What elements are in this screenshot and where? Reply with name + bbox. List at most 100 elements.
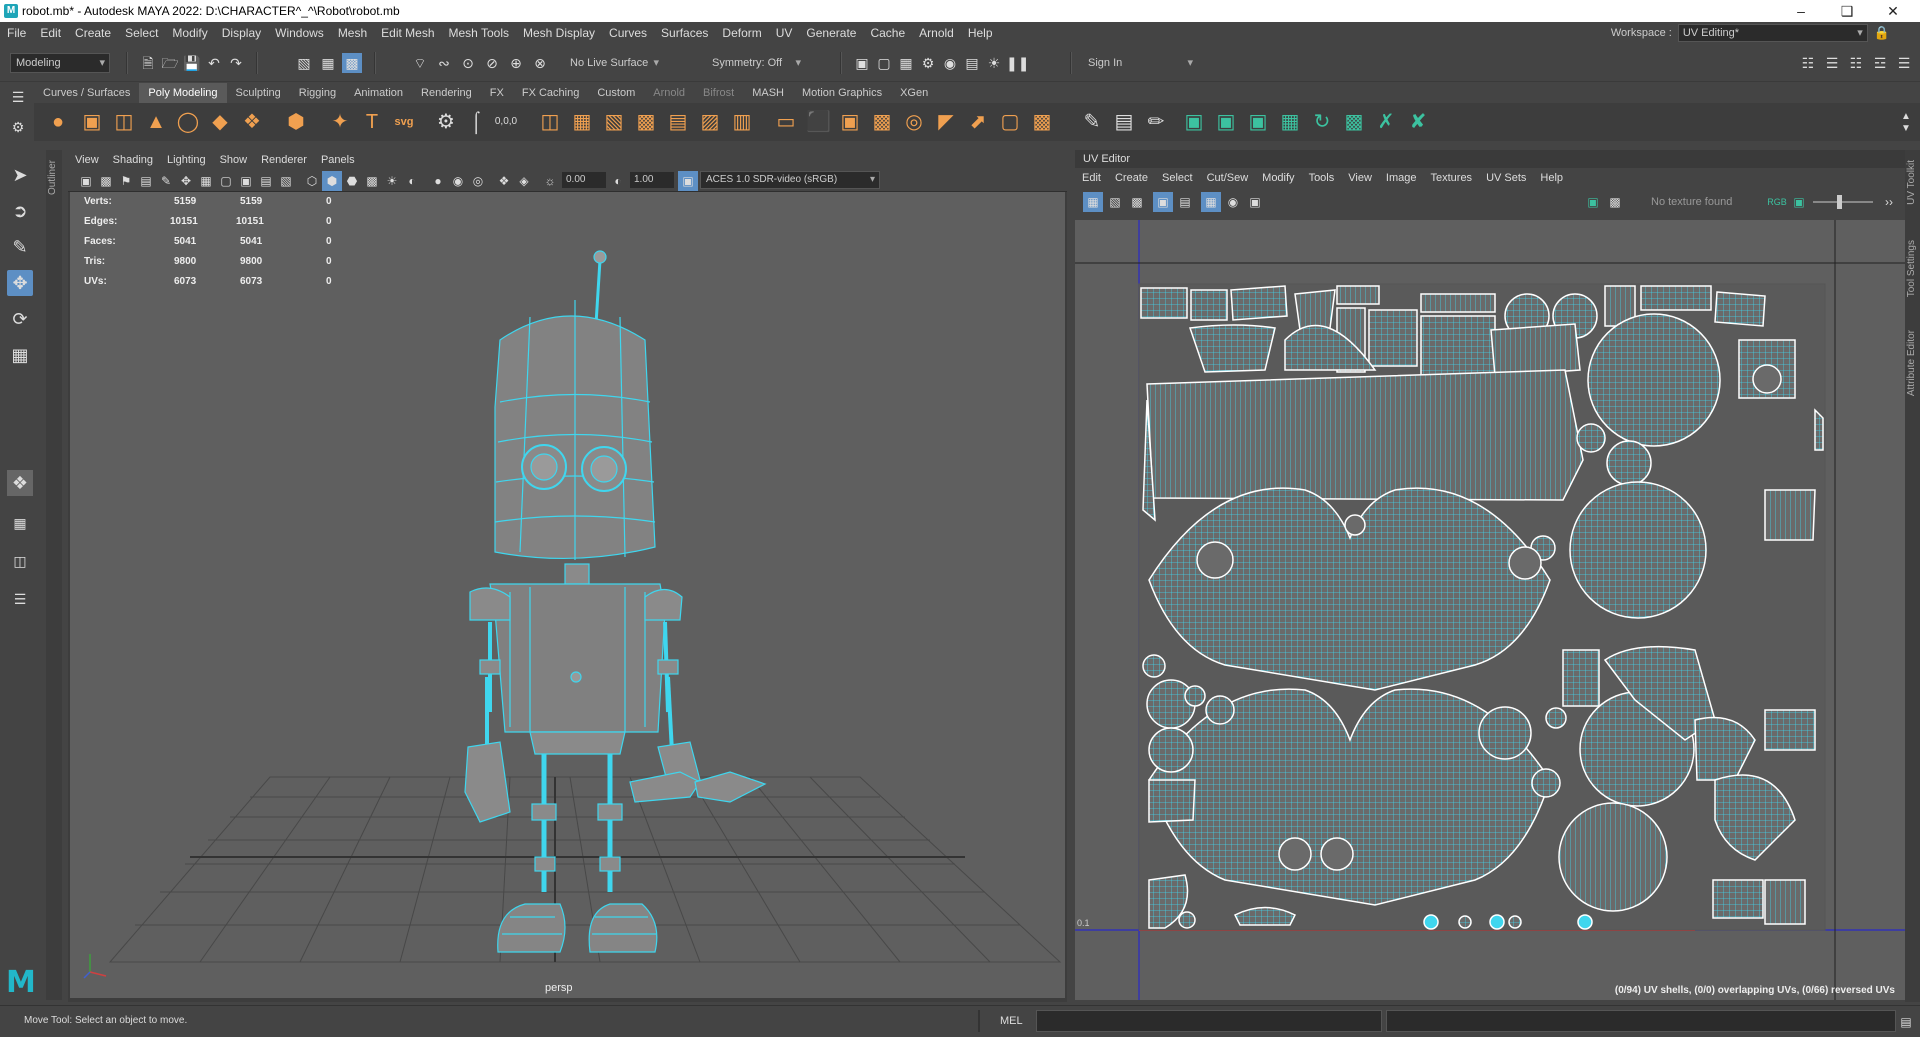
shelf-tab-bifrost[interactable]: Bifrost xyxy=(694,83,743,103)
poly-plane-icon[interactable]: ◆ xyxy=(208,110,232,134)
uv-pixel-snap-icon[interactable]: ▤ xyxy=(1175,192,1195,212)
poly-sphere-icon[interactable]: ● xyxy=(46,110,70,134)
textured-icon[interactable]: ▩ xyxy=(362,171,382,191)
uv-spherical-icon[interactable]: ▣ xyxy=(1246,110,1270,134)
resolution-gate-icon[interactable]: ▣ xyxy=(236,171,256,191)
uv-image-display-icon[interactable]: ▣ xyxy=(1583,192,1603,212)
shelf-menu-icon[interactable]: ☰ xyxy=(8,87,28,107)
uv-snapshot-icon[interactable]: ▣ xyxy=(1245,192,1265,212)
image-plane-icon[interactable]: ▤ xyxy=(136,171,156,191)
menu-select[interactable]: Select xyxy=(118,22,165,44)
four-pane-icon[interactable]: ▦ xyxy=(7,510,33,536)
viewport-menu-view[interactable]: View xyxy=(68,150,106,170)
select-component-icon[interactable]: ▩ xyxy=(342,53,362,73)
uv-sew-icon[interactable]: ✘ xyxy=(1406,110,1430,134)
snap-surface-icon[interactable]: ⊕ xyxy=(506,53,526,73)
poly-disc-icon[interactable]: ❖ xyxy=(240,110,264,134)
shelf-tab-sculpting[interactable]: Sculpting xyxy=(227,83,290,103)
render-frame-icon[interactable]: ▢ xyxy=(874,53,894,73)
shelf-tab-fx[interactable]: FX xyxy=(481,83,513,103)
select-hierarchy-icon[interactable]: ▧ xyxy=(294,53,314,73)
menu-deform[interactable]: Deform xyxy=(715,22,768,44)
separate-icon[interactable]: ▦ xyxy=(570,110,594,134)
field-chart-icon[interactable]: ▧ xyxy=(276,171,296,191)
merge-icon[interactable]: ◎ xyxy=(902,110,926,134)
texture-dropdown[interactable]: No texture found xyxy=(1651,196,1732,208)
menu-curves[interactable]: Curves xyxy=(602,22,654,44)
select-object-icon[interactable]: ▦ xyxy=(318,53,338,73)
shelf-tab-fx-caching[interactable]: FX Caching xyxy=(513,83,588,103)
exposure-slider-handle[interactable] xyxy=(1837,195,1842,209)
color-space-dropdown[interactable]: ACES 1.0 SDR-video (sRGB) xyxy=(700,171,880,189)
smooth-icon[interactable]: ▩ xyxy=(634,110,658,134)
shadows-icon[interactable]: ◐ xyxy=(402,171,422,191)
uv-menu-select[interactable]: Select xyxy=(1155,168,1200,188)
menu-mesh-display[interactable]: Mesh Display xyxy=(516,22,602,44)
offset-loop-icon[interactable]: ✏ xyxy=(1144,110,1168,134)
grease-pencil-icon[interactable]: ✎ xyxy=(156,171,176,191)
menu-create[interactable]: Create xyxy=(68,22,118,44)
uv-menu-uv-sets[interactable]: UV Sets xyxy=(1479,168,1533,188)
ambient-occlusion-icon[interactable]: ● xyxy=(428,171,448,191)
poly-text-icon[interactable]: T xyxy=(360,110,384,134)
shelf-tab-rendering[interactable]: Rendering xyxy=(412,83,481,103)
fill-hole-icon[interactable]: ▣ xyxy=(838,110,862,134)
viewport-menu-panels[interactable]: Panels xyxy=(314,150,362,170)
channel-box-icon[interactable]: ☲ xyxy=(1870,53,1890,73)
lightmap-icon[interactable]: ☀ xyxy=(984,53,1004,73)
platonic-solid-icon[interactable]: ⬢ xyxy=(284,110,308,134)
wire-on-shaded-icon[interactable]: ⬣ xyxy=(342,171,362,191)
gamma-icon[interactable]: ◐ xyxy=(608,171,628,191)
menu-mesh-tools[interactable]: Mesh Tools xyxy=(442,22,516,44)
snap-view-icon[interactable]: ⊘ xyxy=(482,53,502,73)
live-surface-field[interactable]: No Live Surface xyxy=(564,53,664,73)
uv-menu-textures[interactable]: Textures xyxy=(1423,168,1479,188)
lights-icon[interactable]: ☀ xyxy=(382,171,402,191)
uv-menu-create[interactable]: Create xyxy=(1108,168,1155,188)
shelf-tab-custom[interactable]: Custom xyxy=(588,83,644,103)
open-scene-icon[interactable]: 🗁 xyxy=(160,53,180,73)
pause-icon[interactable]: ❚❚ xyxy=(1006,53,1029,73)
exposure-slider[interactable] xyxy=(1813,201,1873,203)
extract-icon[interactable]: ▧ xyxy=(602,110,626,134)
menu-edit[interactable]: Edit xyxy=(33,22,68,44)
coordinates-icon[interactable]: 0,0,0 xyxy=(494,110,518,134)
uv-unfold-icon[interactable]: ↻ xyxy=(1310,110,1334,134)
shelf-settings-icon[interactable]: ⚙ xyxy=(8,117,28,137)
gamma-field[interactable]: 1.00 xyxy=(630,172,674,188)
append-icon[interactable]: ▩ xyxy=(870,110,894,134)
color-management-icon[interactable]: ▣ xyxy=(678,171,698,191)
svg-icon[interactable]: svg xyxy=(392,110,416,134)
snap-curve-icon[interactable]: ∾ xyxy=(434,53,454,73)
modeling-toolkit-icon[interactable]: ☷ xyxy=(1798,53,1818,73)
uv-menu-edit[interactable]: Edit xyxy=(1075,168,1108,188)
command-line-input[interactable] xyxy=(1036,1010,1382,1032)
poly-cone-icon[interactable]: ▲ xyxy=(144,110,168,134)
exposure-icon[interactable]: ☼ xyxy=(540,171,560,191)
outliner-strip[interactable]: Outliner xyxy=(46,150,62,1000)
mirror-geo-icon[interactable]: ▨ xyxy=(698,110,722,134)
uv-grid-icon[interactable]: ▣ xyxy=(1153,192,1173,212)
render-view-icon[interactable]: ▣ xyxy=(852,53,872,73)
uv-automatic-icon[interactable]: ▦ xyxy=(1278,110,1302,134)
uv-shaded-icon[interactable]: ▦ xyxy=(1083,192,1103,212)
select-tool-icon[interactable]: ➤ xyxy=(7,162,33,188)
extrude-icon[interactable]: ▭ xyxy=(774,110,798,134)
uv-menu-image[interactable]: Image xyxy=(1379,168,1424,188)
shelf-tab-poly-modeling[interactable]: Poly Modeling xyxy=(139,83,227,103)
viewport-menu-shading[interactable]: Shading xyxy=(106,150,160,170)
snap-point-icon[interactable]: ⊙ xyxy=(458,53,478,73)
menu-edit-mesh[interactable]: Edit Mesh xyxy=(374,22,441,44)
uv-texture-borders-icon[interactable]: ▩ xyxy=(1127,192,1147,212)
undo-icon[interactable]: ↶ xyxy=(204,53,224,73)
uv-toolkit-tab[interactable]: UV Toolkit xyxy=(1906,160,1917,205)
scale-tool-icon[interactable]: ▦ xyxy=(7,342,33,368)
shelf-tab-animation[interactable]: Animation xyxy=(345,83,412,103)
viewport-canvas[interactable]: Verts: 5159 5159 0 Edges: 10151 10151 0 Faces:… xyxy=(70,192,1065,998)
2d-pan-icon[interactable]: ✥ xyxy=(176,171,196,191)
uv-menu-cut-sew[interactable]: Cut/Sew xyxy=(1200,168,1256,188)
bevel-icon[interactable]: ⬛ xyxy=(806,110,831,134)
uv-toolbar-more-icon[interactable]: ›› xyxy=(1879,192,1899,212)
uv-layout-icon[interactable]: ▩ xyxy=(1342,110,1366,134)
boolean-icon[interactable]: ▤ xyxy=(666,110,690,134)
